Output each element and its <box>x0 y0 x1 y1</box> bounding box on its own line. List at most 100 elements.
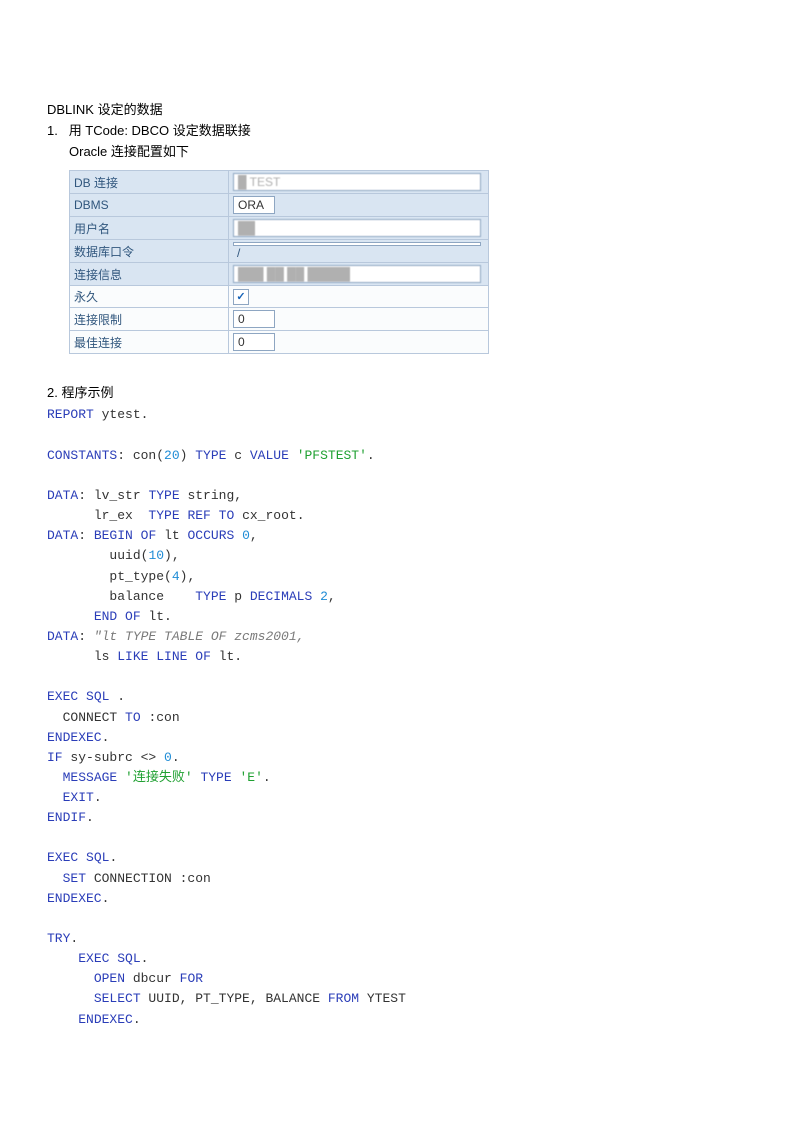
txt <box>133 528 141 543</box>
kw-type: TYPE <box>195 589 226 604</box>
kw-endexec: ENDEXEC <box>47 730 102 745</box>
kw-endexec: ENDEXEC <box>47 891 102 906</box>
kw-exec: EXEC <box>78 951 109 966</box>
kw-exec: EXEC <box>47 850 78 865</box>
label-conninfo: 连接信息 <box>70 263 229 286</box>
kw-data: DATA <box>47 629 78 644</box>
kw-ref: REF <box>187 508 210 523</box>
txt <box>211 508 219 523</box>
label-conn-limit: 连接限制 <box>70 308 229 331</box>
input-dbms[interactable]: ORA <box>233 196 275 214</box>
kw-sql: SQL <box>86 850 109 865</box>
section2-prefix: 2. <box>47 385 58 400</box>
txt: . <box>133 1012 141 1027</box>
kw-data: DATA <box>47 488 78 503</box>
input-user[interactable]: ██ <box>233 219 481 237</box>
txt: : con( <box>117 448 164 463</box>
txt: balance <box>47 589 195 604</box>
kw-of: OF <box>141 528 157 543</box>
label-dbms: DBMS <box>70 194 229 217</box>
input-conninfo[interactable]: ███ ██ ██ █████ <box>233 265 481 283</box>
kw-endexec: ENDEXEC <box>78 1012 133 1027</box>
txt: sy-subrc <> <box>63 750 164 765</box>
txt: lt. <box>211 649 242 664</box>
step1-text: 用 TCode: DBCO 设定数据联接 <box>69 123 251 138</box>
txt <box>117 770 125 785</box>
txt: . <box>367 448 375 463</box>
txt: UUID, PT_TYPE, BALANCE <box>141 991 328 1006</box>
label-permanent: 永久 <box>70 286 229 308</box>
input-password[interactable] <box>233 242 481 246</box>
kw-value: VALUE <box>250 448 289 463</box>
section2-title-text: 程序示例 <box>61 385 113 400</box>
txt: . <box>102 891 110 906</box>
txt: lt. <box>141 609 172 624</box>
txt <box>47 951 78 966</box>
txt: c <box>226 448 249 463</box>
txt: ytest. <box>94 407 149 422</box>
num: 0 <box>242 528 250 543</box>
kw-exit: EXIT <box>63 790 94 805</box>
kw-type: TYPE <box>200 770 231 785</box>
kw-type: TYPE <box>148 508 179 523</box>
checkbox-permanent[interactable]: ✓ <box>233 289 249 305</box>
str: 'PFSTEST' <box>297 448 367 463</box>
num: 20 <box>164 448 180 463</box>
abap-code-block: REPORT ytest. CONSTANTS: con(20) TYPE c … <box>47 405 746 1029</box>
kw-open: OPEN <box>94 971 125 986</box>
num: 0 <box>164 750 172 765</box>
txt: . <box>94 790 102 805</box>
txt: :con <box>141 710 180 725</box>
txt: : lv_str <box>78 488 148 503</box>
kw-try: TRY <box>47 931 70 946</box>
label-opt-conn: 最佳连接 <box>70 331 229 354</box>
txt: . <box>86 810 94 825</box>
kw-of: OF <box>195 649 211 664</box>
kw-type: TYPE <box>148 488 179 503</box>
step1-prefix: 1. <box>47 123 58 138</box>
input-db-conn[interactable]: █ TEST <box>233 173 481 191</box>
txt <box>47 1012 78 1027</box>
kw-data: DATA <box>47 528 78 543</box>
kw-for: FOR <box>180 971 203 986</box>
txt: . <box>109 850 117 865</box>
txt: , <box>328 589 336 604</box>
kw-end: END <box>94 609 117 624</box>
txt: : <box>78 629 94 644</box>
label-user: 用户名 <box>70 217 229 240</box>
txt: . <box>172 750 180 765</box>
kw-set: SET <box>63 871 86 886</box>
kw-sql: SQL <box>86 689 109 704</box>
txt <box>47 991 94 1006</box>
kw-type: TYPE <box>195 448 226 463</box>
kw-to: TO <box>219 508 235 523</box>
kw-decimals: DECIMALS <box>250 589 312 604</box>
txt <box>289 448 297 463</box>
num: 2 <box>320 589 328 604</box>
txt <box>47 971 94 986</box>
txt: . <box>70 931 78 946</box>
txt: dbcur <box>125 971 180 986</box>
kw-exec: EXEC <box>47 689 78 704</box>
txt: pt_type( <box>47 569 172 584</box>
txt: ), <box>164 548 180 563</box>
input-conn-limit[interactable]: 0 <box>233 310 275 328</box>
txt: . <box>263 770 271 785</box>
txt <box>234 528 242 543</box>
txt: ls <box>47 649 117 664</box>
txt: YTEST <box>359 991 406 1006</box>
label-db-conn: DB 连接 <box>70 171 229 194</box>
title-line: DBLINK 设定的数据 <box>47 100 746 121</box>
txt <box>47 871 63 886</box>
txt: p <box>226 589 249 604</box>
txt: ), <box>180 569 196 584</box>
txt: lr_ex <box>47 508 148 523</box>
txt <box>117 609 125 624</box>
txt: . <box>102 730 110 745</box>
kw-occurs: OCCURS <box>187 528 234 543</box>
input-opt-conn[interactable]: 0 <box>233 333 275 351</box>
txt <box>47 770 63 785</box>
str: '连接失败' <box>125 770 193 785</box>
txt: string, <box>180 488 242 503</box>
txt: CONNECT <box>47 710 125 725</box>
